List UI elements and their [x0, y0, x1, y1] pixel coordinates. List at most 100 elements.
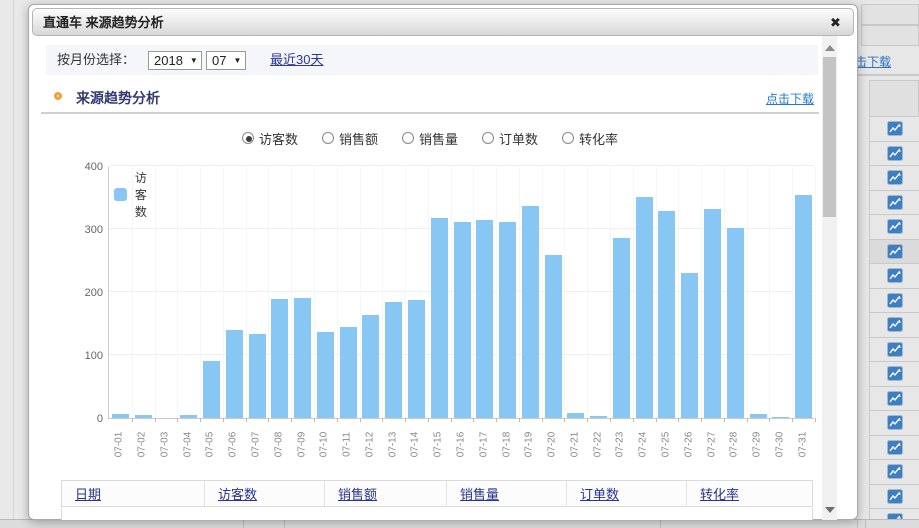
bar-07-11 — [340, 327, 357, 418]
y-axis-tick-label: 400 — [67, 161, 103, 173]
data-table-row — [61, 508, 813, 520]
background-table-row — [870, 264, 919, 289]
table-header-cell: 订单数 — [567, 481, 687, 506]
bar-07-13 — [385, 302, 402, 418]
scrollbar-thumb[interactable] — [823, 57, 836, 217]
trend-chart-icon[interactable] — [887, 342, 903, 357]
metric-radio-订单数[interactable]: 订单数 — [482, 129, 538, 147]
bar-07-20 — [545, 255, 562, 418]
bar-07-26 — [681, 273, 698, 418]
bar-07-01 — [112, 414, 129, 418]
table-header-link-销售量[interactable]: 销售量 — [460, 484, 499, 503]
bar-07-23 — [613, 238, 630, 418]
section-divider — [41, 112, 819, 114]
table-header-link-订单数[interactable]: 订单数 — [580, 484, 619, 503]
x-axis-tick-label: 07-06 — [228, 426, 239, 464]
trend-chart-icon[interactable] — [887, 489, 903, 504]
x-axis-tick-label: 07-24 — [638, 426, 649, 464]
background-table-row — [870, 485, 919, 510]
background-cell — [861, 25, 919, 46]
scroll-down-icon[interactable] — [825, 507, 835, 513]
trend-analysis-dialog: 直通车 来源趋势分析 ✖ 按月份选择： 2018 ▼ 07 ▼ 最近30天 来源… — [28, 4, 858, 520]
x-axis-tick-label: 07-03 — [159, 426, 170, 464]
trend-chart-icon[interactable] — [887, 268, 903, 283]
table-header-cell: 访客数 — [205, 481, 325, 506]
close-icon[interactable]: ✖ — [827, 14, 844, 31]
metric-radio-销售额[interactable]: 销售额 — [322, 129, 378, 147]
x-axis-tick-label: 07-28 — [729, 426, 740, 464]
bar-07-28 — [727, 228, 744, 418]
x-axis-tick-label: 07-04 — [182, 426, 193, 464]
section-title: 来源趋势分析 — [76, 88, 160, 108]
trend-chart-icon[interactable] — [887, 415, 903, 430]
month-select[interactable]: 07 ▼ — [206, 51, 246, 70]
radio-button-icon[interactable] — [402, 132, 414, 144]
background-table-row — [870, 240, 919, 265]
table-header-link-转化率[interactable]: 转化率 — [700, 484, 739, 503]
bar-07-25 — [658, 211, 675, 418]
download-link[interactable]: 点击下载 — [766, 90, 814, 107]
background-table-row — [870, 313, 919, 338]
x-axis-tick-label: 07-18 — [501, 426, 512, 464]
x-axis-tick-label: 07-29 — [752, 426, 763, 464]
trend-chart-icon[interactable] — [887, 317, 903, 332]
trend-chart-icon[interactable] — [887, 121, 903, 136]
background-table-row — [870, 117, 919, 142]
radio-label: 销售量 — [419, 129, 458, 148]
month-select-value: 07 — [212, 53, 226, 68]
radio-button-icon[interactable] — [242, 132, 254, 144]
x-axis-tick-label: 07-17 — [478, 426, 489, 464]
x-axis-tick-label: 07-15 — [433, 426, 444, 464]
year-select[interactable]: 2018 ▼ — [148, 51, 202, 70]
x-axis-tick-label: 07-12 — [364, 426, 375, 464]
x-axis-tick-label: 07-20 — [547, 426, 558, 464]
metric-radio-销售量[interactable]: 销售量 — [402, 129, 458, 147]
bar-07-10 — [317, 332, 334, 418]
table-header-link-日期[interactable]: 日期 — [75, 484, 101, 503]
trend-chart-icon[interactable] — [887, 464, 903, 479]
y-axis-tick-label: 200 — [67, 287, 103, 299]
bar-07-22 — [590, 416, 607, 418]
bar-07-12 — [362, 315, 379, 418]
x-axis-tick-label: 07-23 — [615, 426, 626, 464]
x-axis-tick-label: 07-21 — [569, 426, 580, 464]
last-30-days-link[interactable]: 最近30天 — [270, 45, 323, 75]
trend-chart-icon[interactable] — [887, 146, 903, 161]
trend-chart-icon[interactable] — [887, 195, 903, 210]
background-table-row — [870, 338, 919, 363]
trend-chart-icon[interactable] — [887, 293, 903, 308]
x-axis-tick-label: 07-30 — [774, 426, 785, 464]
bar-07-29 — [750, 414, 767, 418]
x-axis-tick-label: 07-26 — [683, 426, 694, 464]
page: 点击下载 直通车 来源趋势分析 ✖ 按月份选择： 2018 ▼ 07 ▼ 最近3… — [0, 0, 919, 528]
scroll-up-icon[interactable] — [825, 45, 835, 51]
modal-scrollbar[interactable] — [822, 36, 837, 520]
trend-chart-icon[interactable] — [887, 244, 903, 259]
radio-button-icon[interactable] — [322, 132, 334, 144]
radio-button-icon[interactable] — [482, 132, 494, 144]
radio-button-icon[interactable] — [562, 132, 574, 144]
trend-chart-icon[interactable] — [887, 219, 903, 234]
trend-chart-icon[interactable] — [887, 440, 903, 455]
metric-radio-转化率[interactable]: 转化率 — [562, 129, 618, 147]
x-axis-tick-label: 07-02 — [137, 426, 148, 464]
table-header-cell: 销售额 — [325, 481, 447, 506]
chevron-down-icon: ▼ — [190, 56, 198, 65]
trend-chart-icon[interactable] — [887, 170, 903, 185]
x-axis-tick-label: 07-09 — [296, 426, 307, 464]
trend-chart-icon[interactable] — [887, 366, 903, 381]
background-table-row — [870, 215, 919, 240]
background-table-row — [870, 362, 919, 387]
table-header-link-销售额[interactable]: 销售额 — [338, 484, 377, 503]
table-header-cell: 销售量 — [447, 481, 567, 506]
bar-07-14 — [408, 300, 425, 418]
trend-chart-icon[interactable] — [887, 391, 903, 406]
metric-radio-访客数[interactable]: 访客数 — [242, 129, 298, 147]
year-select-value: 2018 — [154, 53, 183, 68]
bar-07-15 — [431, 218, 448, 418]
chevron-down-icon: ▼ — [233, 56, 241, 65]
table-header-link-访客数[interactable]: 访客数 — [218, 484, 257, 503]
radio-label: 订单数 — [499, 129, 538, 148]
background-table-row — [870, 142, 919, 167]
bar-07-31 — [795, 195, 812, 418]
